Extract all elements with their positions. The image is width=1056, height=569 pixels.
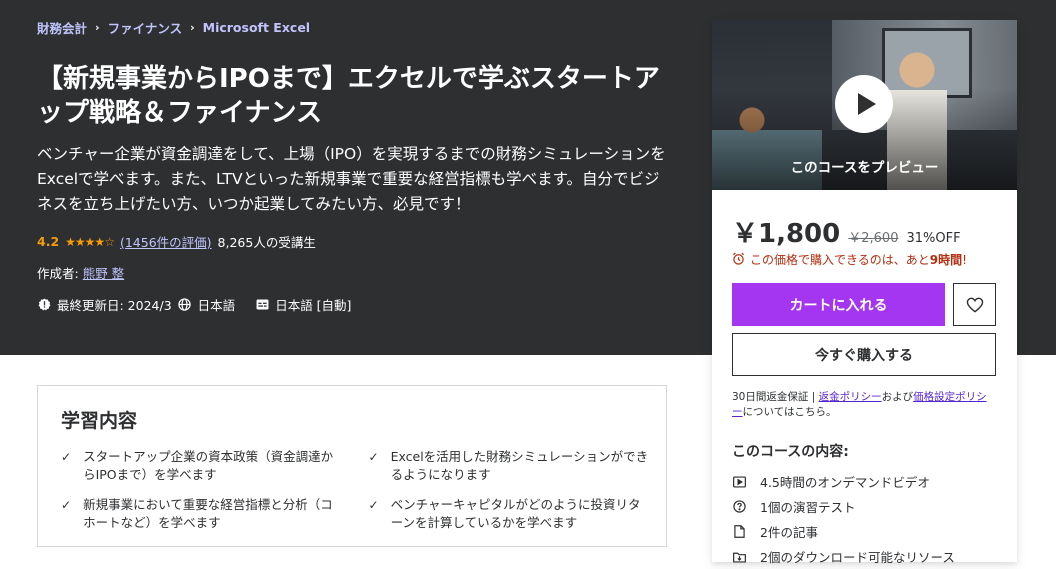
preview-label: このコースをプレビュー: [790, 160, 939, 176]
check-icon: ✓: [368, 498, 379, 512]
check-icon: ✓: [61, 450, 72, 464]
quiz-icon: [732, 500, 746, 514]
alarm-clock-icon: [732, 252, 745, 268]
learn-item-text: Excelを活用した財務シミュレーションができるようになります: [390, 449, 649, 482]
chevron-right-icon: ›: [190, 21, 195, 34]
course-preview-video[interactable]: このコースをプレビュー: [712, 20, 1017, 190]
wishlist-button[interactable]: [953, 283, 996, 326]
closed-captions-icon: [255, 298, 269, 312]
heart-icon: [966, 297, 983, 313]
purchase-sidebar: このコースをプレビュー ￥1,800 ￥2,600 31%OFF この価格で購入…: [712, 20, 1017, 565]
meta-row: 最終更新日: 2024/3 日本語 日本語 [自動]: [37, 295, 351, 314]
play-button[interactable]: [835, 75, 893, 133]
play-icon: [857, 93, 876, 115]
chevron-right-icon: ›: [95, 21, 100, 34]
video-icon: [732, 475, 746, 489]
author-label: 作成者:: [37, 266, 79, 281]
includes-title: このコースの内容:: [732, 444, 849, 460]
globe-icon: [178, 298, 192, 312]
learn-item-text: 新規事業において重要な経営指標と分析（コホートなど）を学べます: [83, 497, 333, 530]
course-title: 【新規事業からIPOまで】エクセルで学ぶスタートアップ戦略＆ファイナンス: [37, 64, 660, 128]
alert-badge-icon: [37, 298, 51, 312]
what-you-will-learn: 学習内容 ✓ スタートアップ企業の資本政策（資金調達からIPOまで）を学べます …: [37, 385, 667, 547]
discount-timer: この価格で購入できるのは、あと9時間!: [732, 251, 967, 268]
list-item: 1個の演習テスト: [732, 494, 996, 519]
refund-policy-link[interactable]: 返金ポリシー: [819, 391, 882, 403]
rating-count-link[interactable]: (1456件の評価): [120, 232, 212, 251]
check-icon: ✓: [61, 498, 72, 512]
last-updated: 最終更新日: 2024/3: [57, 298, 172, 313]
author-link[interactable]: 熊野 整: [83, 266, 124, 281]
breadcrumb: 財務会計 › ファイナンス › Microsoft Excel: [37, 18, 310, 37]
breadcrumb-item-accounting[interactable]: 財務会計: [37, 18, 87, 37]
learn-title: 学習内容: [61, 410, 138, 432]
price-row: ￥1,800 ￥2,600 31%OFF: [732, 213, 961, 250]
timer-prefix: この価格で購入できるのは、あと: [750, 253, 930, 267]
add-to-cart-button[interactable]: カートに入れる: [732, 283, 945, 326]
list-item: 4.5時間のオンデマンドビデオ: [732, 469, 996, 494]
buy-now-button[interactable]: 今すぐ購入する: [732, 333, 996, 376]
article-icon: [732, 525, 746, 539]
discount-percent: 31%OFF: [906, 231, 961, 246]
list-item: 2件の記事: [732, 519, 996, 544]
learn-item: ✓ スタートアップ企業の資本政策（資金調達からIPOまで）を学べます: [61, 448, 344, 484]
learn-item-text: スタートアップ企業の資本政策（資金調達からIPOまで）を学べます: [83, 449, 334, 482]
check-icon: ✓: [368, 450, 379, 464]
author-row: 作成者: 熊野 整: [37, 263, 124, 282]
breadcrumb-item-excel[interactable]: Microsoft Excel: [203, 20, 310, 35]
course-subtitle: ベンチャー企業が資金調達をして、上場（IPO）を実現するまでの財務シミュレーショ…: [37, 145, 666, 213]
learn-item: ✓ ベンチャーキャピタルがどのように投資リターンを計算しているかを学べます: [369, 496, 652, 532]
rating-value: 4.2: [37, 234, 60, 249]
caption-language: 日本語 [自動]: [275, 298, 352, 313]
list-item: 2個のダウンロード可能なリソース: [732, 544, 996, 569]
rating-row: 4.2 ★★★★☆ (1456件の評価) 8,265人の受講生: [37, 232, 316, 251]
current-price: ￥1,800: [732, 219, 841, 249]
learn-item: ✓ 新規事業において重要な経営指標と分析（コホートなど）を学べます: [61, 496, 344, 532]
learn-item: ✓ Excelを活用した財務シミュレーションができるようになります: [369, 448, 652, 484]
download-icon: [732, 550, 746, 564]
star-rating-icon: ★★★★☆: [65, 234, 115, 249]
guarantee-text: 30日間返金保証 | 返金ポリシーおよび価格設定ポリシーについてはこちら。: [732, 391, 987, 418]
course-language: 日本語: [197, 298, 236, 313]
timer-value: 9時間: [929, 253, 963, 267]
original-price: ￥2,600: [848, 231, 899, 246]
learn-list: ✓ スタートアップ企業の資本政策（資金調達からIPOまで）を学べます ✓ Exc…: [61, 448, 651, 532]
includes-list: 4.5時間のオンデマンドビデオ 1個の演習テスト 2件の記事 2個のダウンロード…: [732, 469, 996, 569]
breadcrumb-item-finance[interactable]: ファイナンス: [108, 18, 183, 37]
student-count: 8,265人の受講生: [217, 235, 316, 250]
learn-item-text: ベンチャーキャピタルがどのように投資リターンを計算しているかを学べます: [390, 497, 641, 530]
